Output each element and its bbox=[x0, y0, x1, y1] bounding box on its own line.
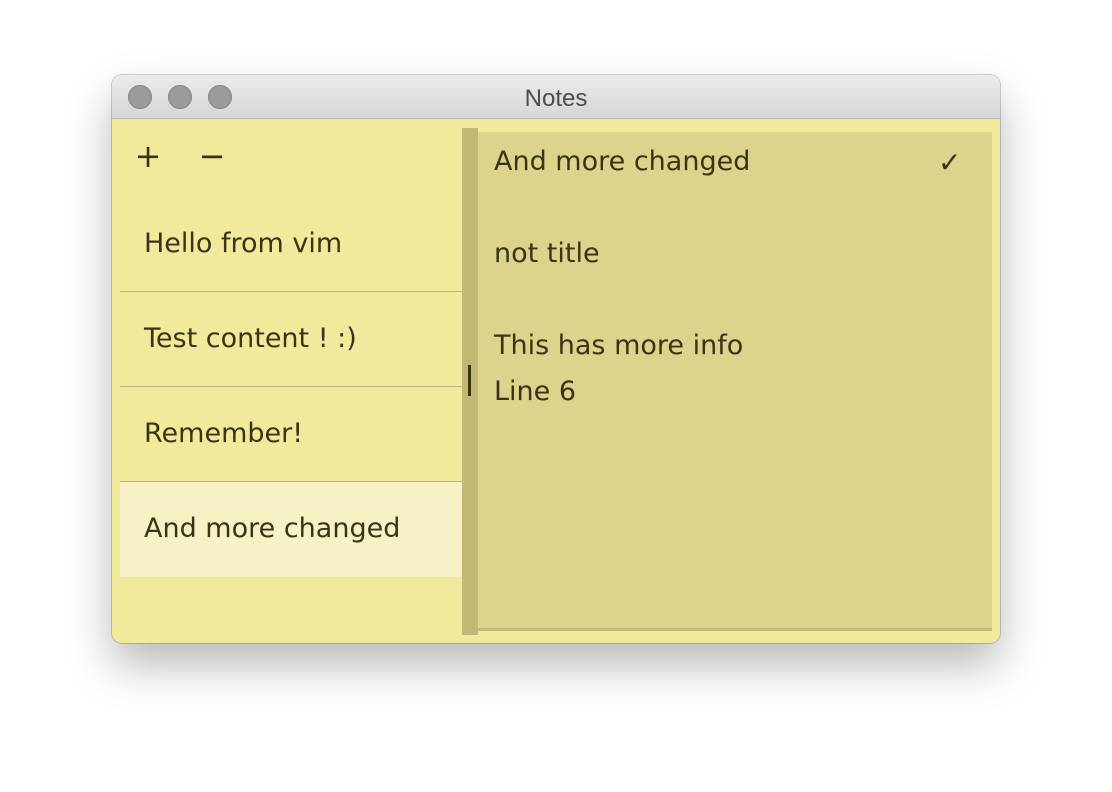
editor-line-title: And more changed bbox=[494, 146, 751, 177]
pane-splitter[interactable] bbox=[462, 128, 478, 635]
note-editor[interactable]: And more changed ✓ not title This has mo… bbox=[478, 132, 992, 631]
note-list-item[interactable]: Remember! bbox=[120, 387, 462, 482]
editor-line: Line 6 bbox=[494, 376, 577, 407]
add-note-button[interactable]: + bbox=[132, 140, 164, 173]
editor-line: not title bbox=[494, 238, 600, 269]
editor-line: This has more info bbox=[494, 330, 744, 361]
note-list: Hello from vim Test content ! :) Remembe… bbox=[120, 197, 462, 577]
notes-window: Notes + − Hello from vim Test content ! … bbox=[112, 75, 1000, 643]
note-toolbar: + − bbox=[112, 119, 462, 197]
note-list-item[interactable]: Hello from vim bbox=[120, 197, 462, 292]
splitter-handle[interactable] bbox=[468, 365, 471, 396]
remove-note-button[interactable]: − bbox=[196, 140, 228, 173]
checkmark-icon[interactable]: ✓ bbox=[938, 146, 961, 179]
title-bar[interactable]: Notes bbox=[112, 75, 1000, 119]
note-list-item-selected[interactable]: And more changed bbox=[120, 482, 462, 577]
note-list-item[interactable]: Test content ! :) bbox=[120, 292, 462, 387]
window-title: Notes bbox=[524, 85, 588, 112]
